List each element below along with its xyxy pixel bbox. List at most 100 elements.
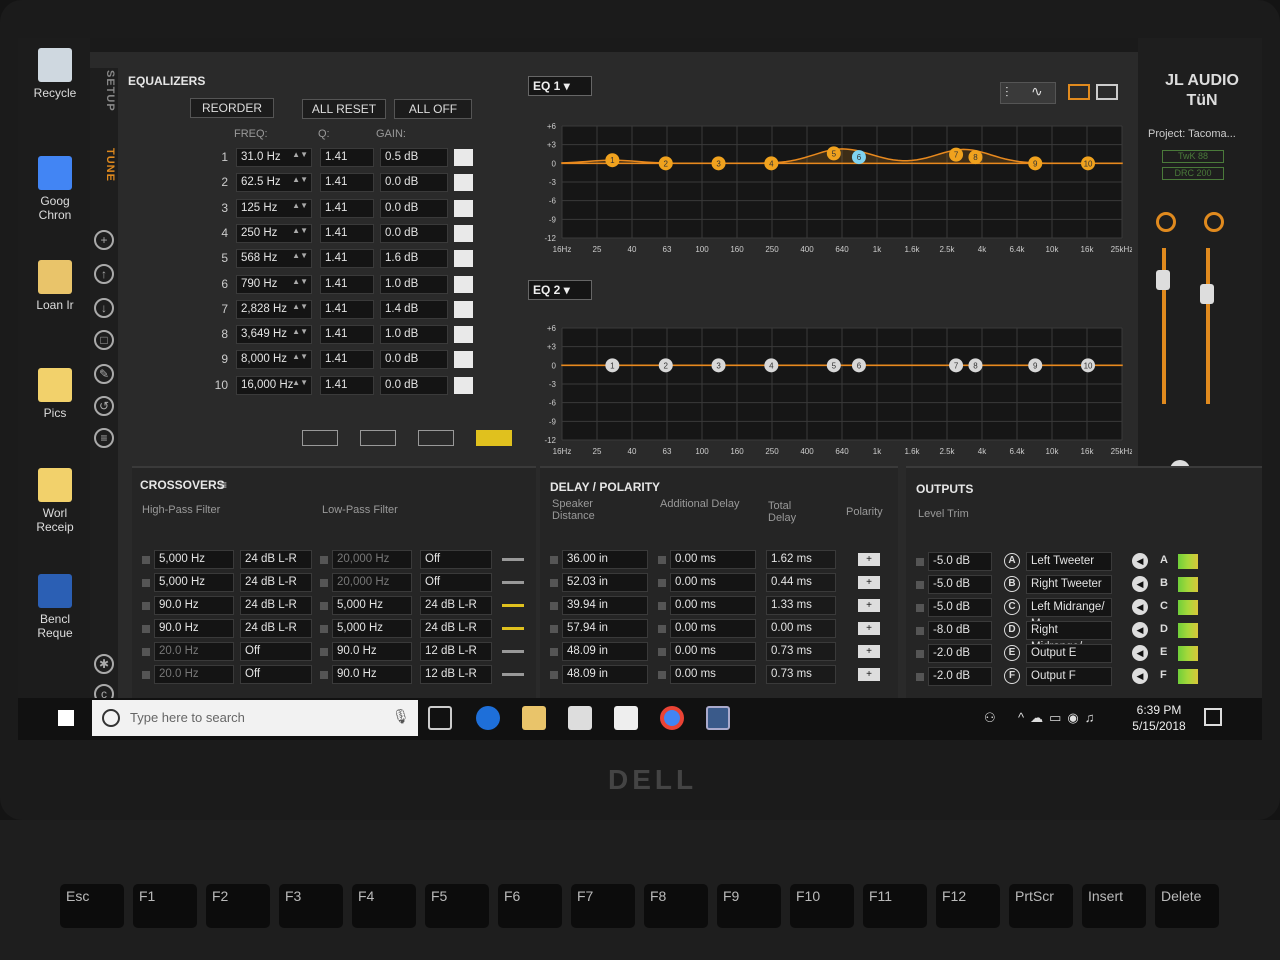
level-trim-input[interactable]: -5.0 dB bbox=[928, 552, 992, 571]
hpf-slope-select[interactable]: 24 dB L-R bbox=[240, 596, 312, 615]
output-row-checkbox[interactable] bbox=[916, 627, 924, 635]
spinner-icon[interactable]: ▲▼ bbox=[292, 176, 308, 184]
additional-delay-input[interactable]: 0.00 ms bbox=[670, 619, 756, 638]
eq-freq-input[interactable]: 125 Hz ▲▼ bbox=[236, 198, 312, 218]
lpf-select-checkbox[interactable] bbox=[320, 648, 328, 656]
lpf-slope-select[interactable]: Off bbox=[420, 550, 492, 569]
eq-q-input[interactable]: 1.41 bbox=[320, 173, 374, 193]
eq-freq-input[interactable]: 790 Hz ▲▼ bbox=[236, 274, 312, 294]
lpf-slope-select[interactable]: 12 dB L-R bbox=[420, 665, 492, 684]
wrench-icon[interactable]: ✎ bbox=[94, 364, 114, 384]
output-row-checkbox[interactable] bbox=[916, 581, 924, 589]
lpf-freq-input[interactable]: 5,000 Hz bbox=[332, 596, 412, 615]
eq-gain-input[interactable]: 0.0 dB bbox=[380, 173, 448, 193]
hpf-freq-input[interactable]: 5,000 Hz bbox=[154, 573, 234, 592]
lpf-select-checkbox[interactable] bbox=[320, 602, 328, 610]
file-explorer-icon[interactable] bbox=[522, 706, 546, 730]
additional-delay-input[interactable]: 0.00 ms bbox=[670, 665, 756, 684]
level-trim-input[interactable]: -5.0 dB bbox=[928, 598, 992, 617]
jl-tun-taskbar-icon[interactable] bbox=[706, 706, 730, 730]
eq-q-input[interactable]: 1.41 bbox=[320, 148, 374, 167]
lpf-slope-select[interactable]: Off bbox=[420, 573, 492, 592]
eq-freq-input[interactable]: 2,828 Hz ▲▼ bbox=[236, 299, 312, 319]
eq-q-input[interactable]: 1.41 bbox=[320, 325, 374, 345]
eq-gain-input[interactable]: 1.4 dB bbox=[380, 299, 448, 319]
lpf-freq-input[interactable]: 20,000 Hz bbox=[332, 550, 412, 569]
fader-right-handle[interactable] bbox=[1200, 284, 1214, 304]
additional-delay-input[interactable]: 0.00 ms bbox=[670, 573, 756, 592]
eq-freq-input[interactable]: 31.0 Hz ▲▼ bbox=[236, 148, 312, 167]
level-trim-input[interactable]: -2.0 dB bbox=[928, 644, 992, 663]
level-trim-input[interactable]: -2.0 dB bbox=[928, 667, 992, 686]
desktop-icon[interactable]: Bencl Reque bbox=[26, 574, 84, 640]
eq1-graph[interactable]: 16Hz 25 40 63 100 160 250 400 640 1k 1.6k 2.5k 4k 6.4… bbox=[532, 118, 1132, 258]
lpf-select-checkbox[interactable] bbox=[320, 671, 328, 679]
eq-gain-input[interactable]: 0.0 dB bbox=[380, 350, 448, 370]
row-select-checkbox[interactable] bbox=[142, 671, 150, 679]
lpf-slope-select[interactable]: 24 dB L-R bbox=[420, 619, 492, 638]
knob-left[interactable] bbox=[1156, 212, 1176, 232]
eq-freq-input[interactable]: 568 Hz ▲▼ bbox=[236, 249, 312, 269]
speaker-mute-icon[interactable]: ◀ bbox=[1132, 622, 1148, 638]
lpf-slope-select[interactable]: 12 dB L-R bbox=[420, 642, 492, 661]
eq-band-enable-toggle[interactable] bbox=[454, 300, 473, 318]
hpf-slope-select[interactable]: 24 dB L-R bbox=[240, 573, 312, 592]
fader-left-handle[interactable] bbox=[1156, 270, 1170, 290]
speaker-distance-input[interactable]: 52.03 in bbox=[562, 573, 648, 592]
desktop-icon[interactable]: Recycle bbox=[26, 48, 84, 100]
chrome-icon[interactable] bbox=[660, 706, 684, 730]
output-name-input[interactable]: Right Tweeter bbox=[1026, 575, 1112, 594]
copy-icon[interactable]: □ bbox=[94, 330, 114, 350]
link-pair-3[interactable] bbox=[418, 430, 454, 446]
eq-band-enable-toggle[interactable] bbox=[454, 326, 473, 344]
split-view-icon[interactable] bbox=[1068, 84, 1090, 100]
hpf-freq-input[interactable]: 5,000 Hz bbox=[154, 550, 234, 569]
lpf-select-checkbox[interactable] bbox=[320, 579, 328, 587]
speaker-distance-input[interactable]: 57.94 in bbox=[562, 619, 648, 638]
polarity-toggle[interactable]: + bbox=[858, 668, 880, 681]
additional-delay-checkbox[interactable] bbox=[658, 671, 666, 679]
eq-q-input[interactable]: 1.41 bbox=[320, 198, 374, 218]
eq-band-enable-toggle[interactable] bbox=[454, 224, 473, 242]
upload-icon[interactable]: ↑ bbox=[94, 264, 114, 284]
restore-icon[interactable]: ↺ bbox=[94, 396, 114, 416]
spinner-icon[interactable]: ▲▼ bbox=[292, 277, 308, 285]
eq-freq-input[interactable]: 62.5 Hz ▲▼ bbox=[236, 173, 312, 193]
additional-delay-checkbox[interactable] bbox=[658, 602, 666, 610]
additional-delay-input[interactable]: 0.00 ms bbox=[670, 550, 756, 569]
hpf-freq-input[interactable]: 20.0 Hz bbox=[154, 642, 234, 661]
polarity-toggle[interactable]: + bbox=[858, 576, 880, 589]
lpf-select-checkbox[interactable] bbox=[320, 625, 328, 633]
link-pair-2[interactable] bbox=[360, 430, 396, 446]
eq-band-enable-toggle[interactable] bbox=[454, 275, 473, 293]
tab-tune[interactable]: TUNE bbox=[92, 148, 116, 182]
eq-band-enable-toggle[interactable] bbox=[454, 351, 473, 369]
speaker-mute-icon[interactable]: ◀ bbox=[1132, 576, 1148, 592]
spinner-icon[interactable]: ▲▼ bbox=[292, 328, 308, 336]
eq-freq-input[interactable]: 250 Hz ▲▼ bbox=[236, 223, 312, 243]
delay-row-checkbox[interactable] bbox=[550, 602, 558, 610]
hpf-slope-select[interactable]: Off bbox=[240, 642, 312, 661]
eq-gain-input[interactable]: 1.6 dB bbox=[380, 249, 448, 269]
eq-q-input[interactable]: 1.41 bbox=[320, 350, 374, 370]
notification-icon[interactable] bbox=[1204, 708, 1222, 726]
windows-start-icon[interactable] bbox=[58, 710, 74, 726]
eq-band-enable-toggle[interactable] bbox=[454, 199, 473, 217]
spinner-icon[interactable]: ▲▼ bbox=[292, 201, 308, 209]
output-name-input[interactable]: Left Tweeter bbox=[1026, 552, 1112, 571]
eq-freq-input[interactable]: 3,649 Hz ▲▼ bbox=[236, 325, 312, 345]
eq-q-input[interactable]: 1.41 bbox=[320, 274, 374, 294]
speaker-mute-icon[interactable]: ◀ bbox=[1132, 553, 1148, 569]
reorder-button[interactable]: REORDER bbox=[190, 98, 274, 118]
task-view-icon[interactable] bbox=[428, 706, 452, 730]
polarity-toggle[interactable]: + bbox=[858, 645, 880, 658]
mail-icon[interactable] bbox=[614, 706, 638, 730]
desktop-icon[interactable]: Worl Receip bbox=[26, 468, 84, 534]
system-tray-icons[interactable]: ^☁▭◉♫ bbox=[1018, 710, 1100, 726]
delay-row-checkbox[interactable] bbox=[550, 579, 558, 587]
eq-gain-input[interactable]: 1.0 dB bbox=[380, 325, 448, 345]
hpf-freq-input[interactable]: 90.0 Hz bbox=[154, 596, 234, 615]
eq-gain-input[interactable]: 0.5 dB bbox=[380, 148, 448, 167]
eq-band-enable-toggle[interactable] bbox=[454, 250, 473, 268]
additional-delay-input[interactable]: 0.00 ms bbox=[670, 642, 756, 661]
